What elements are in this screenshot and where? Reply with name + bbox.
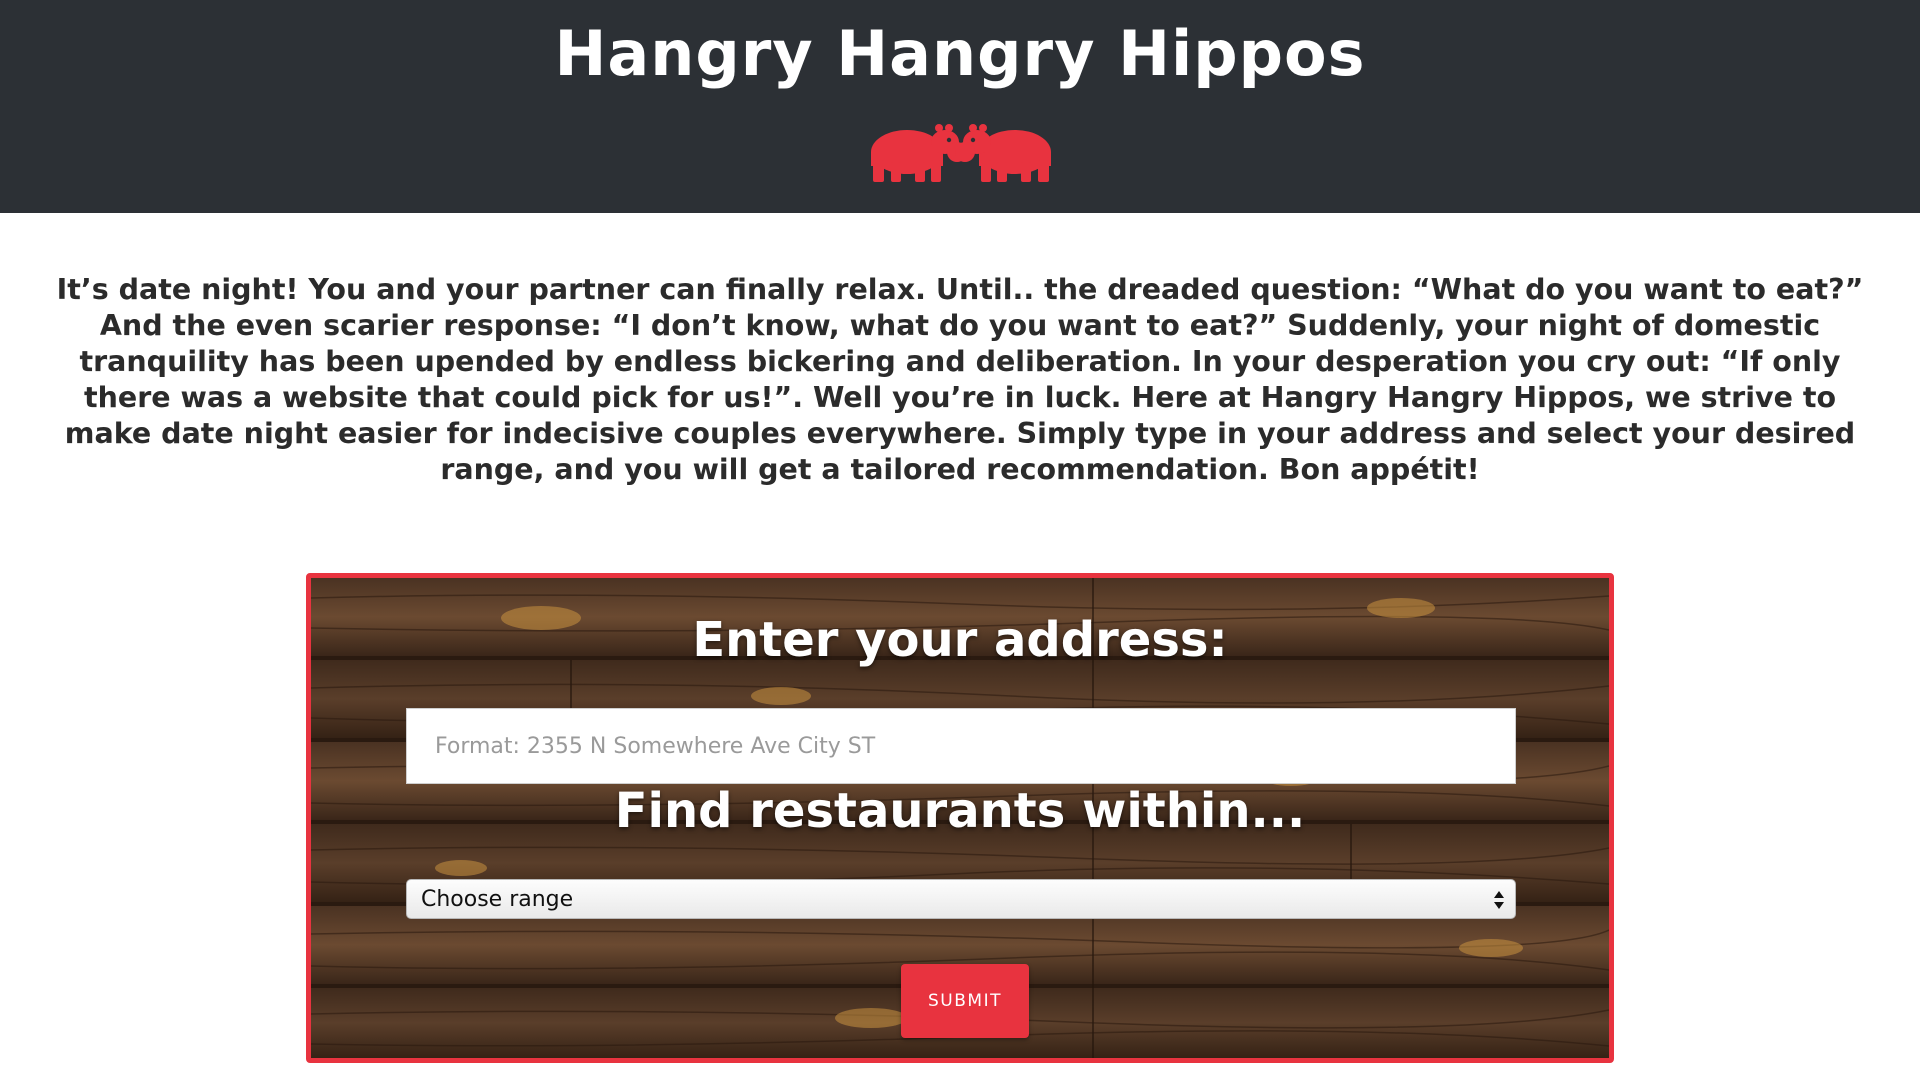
range-heading: Find restaurants within...: [614, 783, 1306, 839]
range-selected-value: Choose range: [421, 886, 574, 912]
search-form-card: Enter your address: Find restaurants wit…: [306, 573, 1614, 1063]
two-hippos-icon: [871, 124, 1051, 182]
range-select[interactable]: Choose range: [406, 879, 1516, 919]
intro-paragraph: It’s date night! You and your partner ca…: [56, 273, 1864, 486]
site-title: Hangry Hangry Hippos: [554, 17, 1366, 90]
select-arrows-icon: [1494, 891, 1504, 909]
site-header: Hangry Hangry Hippos: [0, 0, 1920, 213]
submit-button[interactable]: SUBMIT: [901, 964, 1029, 1038]
address-heading: Enter your address:: [692, 612, 1228, 668]
address-input[interactable]: [406, 708, 1516, 784]
form-content: Enter your address: Find restaurants wit…: [311, 578, 1609, 1058]
